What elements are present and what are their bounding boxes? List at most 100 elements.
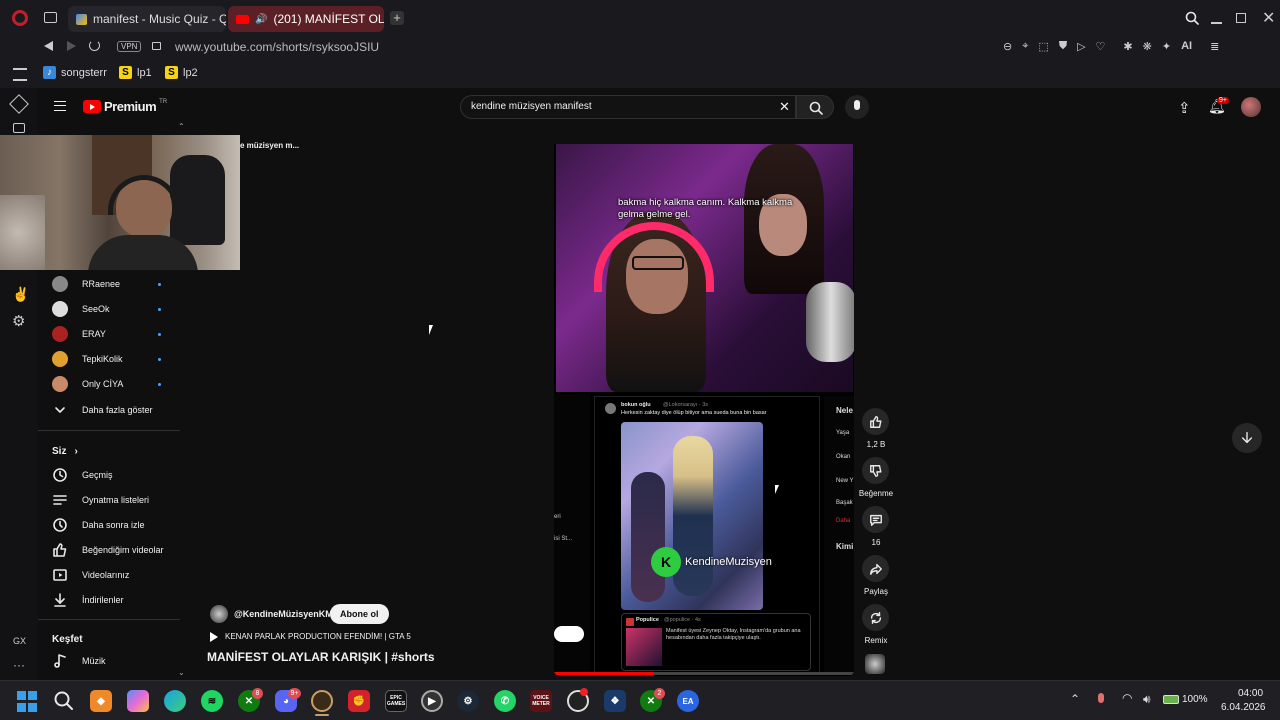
clock-date[interactable]: 6.04.2026 (1221, 702, 1266, 713)
copilot-icon[interactable] (127, 690, 149, 712)
url-text[interactable]: www.youtube.com/shorts/rsyksooJSIU (175, 40, 379, 54)
subscription-item[interactable]: Only CİYA (52, 374, 164, 394)
subscription-item[interactable]: RRaenee (52, 274, 164, 294)
search-input[interactable]: kendine müzisyen manifest (471, 101, 592, 112)
history-icon (53, 468, 67, 482)
tab-switcher-icon[interactable] (44, 12, 57, 23)
epic-games-icon[interactable]: EPIC GAMES (385, 690, 407, 712)
bookmark-lp1[interactable]: S lp1 (119, 66, 152, 79)
app-red-icon[interactable]: ✊ (348, 690, 370, 712)
youtube-logo[interactable]: Premium TR (83, 99, 167, 114)
channel-handle[interactable]: @KendineMüzisyenKM (234, 609, 333, 619)
edge-icon[interactable] (164, 690, 186, 712)
sidebar-item-watch-later[interactable]: Daha sonra izle (52, 514, 145, 536)
pin-icon[interactable]: ⌖ (1022, 40, 1028, 53)
voice-search-button[interactable] (845, 95, 869, 119)
shield-icon[interactable]: ⛊ (1059, 40, 1067, 53)
clock-time[interactable]: 04:00 (1238, 688, 1263, 699)
vpn-badge[interactable]: VPN (117, 41, 142, 52)
gx-hotbar-icon[interactable] (13, 123, 25, 133)
battery-icon[interactable] (1163, 695, 1179, 704)
gx-mod-icon[interactable]: ✌ (12, 286, 29, 303)
search-button[interactable] (796, 95, 834, 119)
scroll-down-icon[interactable]: ⌄ (178, 668, 185, 677)
snapshot-icon[interactable]: ⬚ (1038, 40, 1048, 53)
sidebar-item-playlists[interactable]: Oynatma listeleri (52, 489, 149, 511)
subscription-item[interactable]: ERAY (52, 324, 164, 344)
sound-avatar[interactable] (865, 654, 885, 674)
playlist-icon (53, 495, 67, 505)
opera-gx-icon[interactable] (311, 690, 333, 712)
bookmark-songsterr[interactable]: ♪ songsterr (43, 66, 107, 79)
clear-search-icon[interactable]: ✕ (779, 99, 790, 115)
tab-music-quiz[interactable]: manifest - Music Quiz - Qu (68, 6, 226, 32)
gx-menu-icon[interactable] (13, 68, 27, 81)
maximize-icon[interactable] (1236, 13, 1246, 23)
spotify-icon[interactable]: ≋ (201, 690, 223, 712)
speaker-icon[interactable]: 🔊 (255, 14, 267, 25)
back-icon[interactable] (44, 41, 53, 51)
minimize-icon[interactable] (1211, 22, 1222, 24)
shorts-video-player[interactable]: bakma hiç kalkma canım. Kalkma kalkma ge… (554, 144, 854, 676)
ai-extension-label[interactable]: AI (1181, 40, 1192, 53)
reload-icon[interactable] (89, 40, 100, 51)
sidebar-item-downloads[interactable]: İndirilenler (52, 589, 124, 611)
tab-youtube[interactable]: 🔊 (201) MANİFEST OLAY (228, 6, 384, 32)
app-blue-icon[interactable]: ❖ (604, 690, 626, 712)
subscription-item[interactable]: TepkiKolik (52, 349, 164, 369)
new-tab-button[interactable]: + (390, 11, 404, 25)
sidebar-item-liked-videos[interactable]: Beğendiğim videolar (52, 539, 164, 561)
voicemeter-icon[interactable]: VOICE METER (530, 690, 552, 712)
channel-avatar[interactable] (210, 605, 228, 623)
scroll-up-icon[interactable]: ⌃ (178, 122, 185, 131)
subscription-item[interactable]: SeeOk (52, 299, 164, 319)
whatsapp-icon[interactable]: ✆ (494, 690, 516, 712)
share-button[interactable] (862, 555, 889, 582)
gx-settings-icon[interactable]: ⚙ (12, 312, 25, 330)
bookmark-lp2[interactable]: S lp2 (165, 66, 198, 79)
new-content-dot (158, 358, 161, 361)
like-button[interactable] (862, 408, 889, 435)
wifi-icon[interactable]: ◠ (1122, 691, 1132, 705)
sidebar-item-history[interactable]: Geçmiş (52, 464, 113, 486)
snippet-text: Daha (836, 518, 851, 524)
sidebar-item-your-videos[interactable]: Videolarınız (52, 564, 129, 586)
dislike-button[interactable] (862, 457, 889, 484)
search-icon[interactable] (53, 690, 75, 712)
gx-control-icon[interactable] (9, 94, 29, 114)
quote-card: Populice @populice · 4s Manifest üyesi Z… (621, 613, 811, 671)
sidebar-item-music[interactable]: Müzik (52, 650, 106, 672)
music-line[interactable]: KENAN PARLAK PRODUCTION EFENDİM! | GTA 5 (225, 632, 411, 641)
more-icon[interactable]: ··· (13, 658, 25, 672)
ea-app-icon[interactable]: EA (677, 690, 699, 712)
remix-button[interactable] (862, 604, 889, 631)
windows-start-icon[interactable] (16, 690, 38, 712)
volume-icon[interactable]: 🔊︎ (1143, 692, 1151, 707)
account-avatar[interactable] (1241, 97, 1261, 117)
zoom-icon[interactable]: ⊖ (1003, 40, 1012, 53)
extension-1-icon[interactable]: ✱ (1123, 40, 1132, 53)
search-icon[interactable] (1185, 11, 1199, 25)
steam-icon[interactable]: ⚙ (457, 690, 479, 712)
close-window-icon[interactable]: ✕ (1262, 8, 1275, 28)
show-more-button[interactable]: Daha fazla göster (52, 399, 153, 421)
extension-3-icon[interactable]: ✦ (1162, 40, 1171, 53)
media-player-icon[interactable]: ▶ (421, 690, 443, 712)
next-short-button[interactable] (1232, 423, 1262, 453)
extension-2-icon[interactable]: ❋ (1143, 40, 1152, 53)
subscribe-button[interactable]: Abone ol (330, 604, 389, 624)
player-icon[interactable]: ▷ (1077, 40, 1085, 53)
brave-icon[interactable]: ◆ (90, 690, 112, 712)
bookmark-label: lp2 (183, 66, 198, 79)
hamburger-menu-icon[interactable] (54, 101, 66, 111)
comments-button[interactable] (862, 506, 889, 533)
microphone-tray-icon[interactable] (1098, 693, 1104, 703)
forward-icon[interactable] (67, 41, 76, 51)
heart-icon[interactable]: ♡ (1096, 40, 1106, 53)
sidebar-toggle-icon[interactable]: ≣ (1210, 40, 1219, 53)
tray-expand-icon[interactable]: ⌃ (1070, 692, 1080, 706)
you-section-header[interactable]: Siz › (52, 440, 78, 462)
like-icon (53, 543, 67, 557)
opera-logo-icon[interactable] (12, 10, 28, 26)
create-upload-icon[interactable]: ⇪ (1178, 99, 1191, 117)
